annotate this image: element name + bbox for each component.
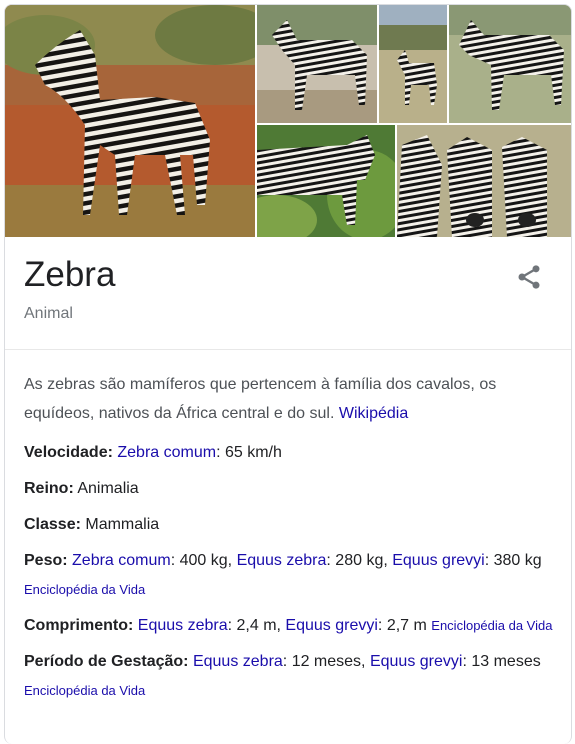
fact-classe: Classe: Mammalia: [24, 510, 559, 539]
entity-subtitle: Animal: [24, 305, 73, 322]
fact-label: Período de Gestação:: [24, 653, 189, 670]
divider: [5, 349, 571, 350]
zebra-thumbnail-2[interactable]: [379, 5, 447, 123]
description: As zebras são mamíferos que pertencem à …: [24, 370, 554, 428]
zebra-thumbnail-3[interactable]: [449, 5, 571, 123]
fact-link[interactable]: Equus zebra: [237, 552, 327, 569]
share-button[interactable]: [515, 263, 543, 291]
fact-value: : 400 kg,: [170, 552, 237, 569]
fact-comprimento: Comprimento: Equus zebra: 2,4 m, Equus g…: [24, 611, 559, 640]
description-text: As zebras são mamíferos que pertencem à …: [24, 376, 497, 422]
fact-peso: Peso: Zebra comum: 400 kg, Equus zebra: …: [24, 546, 559, 604]
facts-list: Velocidade: Zebra comum: 65 km/h Reino: …: [24, 438, 559, 712]
zebra-thumbnail-5[interactable]: [397, 125, 571, 237]
fact-label: Velocidade:: [24, 444, 113, 461]
fact-value: Mammalia: [80, 516, 160, 533]
entity-title: Zebra: [24, 255, 116, 294]
share-icon: [518, 265, 540, 289]
source-link[interactable]: Enciclopédia da Vida: [431, 618, 552, 633]
fact-value: : 12 meses,: [282, 653, 370, 670]
source-link[interactable]: Enciclopédia da Vida: [24, 683, 145, 698]
fact-link[interactable]: Equus grevyi: [392, 552, 485, 569]
fact-reino: Reino: Animalia: [24, 474, 559, 503]
fact-value: : 65 km/h: [216, 444, 282, 461]
fact-link[interactable]: Equus zebra: [138, 617, 228, 634]
image-gallery: [5, 5, 571, 239]
fact-label: Peso:: [24, 552, 68, 569]
zebra-main-image[interactable]: [5, 5, 255, 237]
source-link[interactable]: Enciclopédia da Vida: [24, 582, 145, 597]
fact-label: Reino:: [24, 480, 74, 497]
fact-value: : 2,4 m,: [227, 617, 286, 634]
zebra-thumbnail-1[interactable]: [257, 5, 377, 123]
wikipedia-link[interactable]: Wikipédia: [339, 405, 408, 422]
fact-label: Comprimento:: [24, 617, 134, 634]
fact-value: : 2,7 m: [377, 617, 432, 634]
fact-value: Animalia: [73, 480, 139, 497]
fact-velocidade: Velocidade: Zebra comum: 65 km/h: [24, 438, 559, 467]
fact-gestacao: Período de Gestação: Equus zebra: 12 mes…: [24, 647, 559, 705]
fact-label: Classe:: [24, 516, 81, 533]
fact-value: : 13 meses: [462, 653, 541, 670]
zebra-thumbnail-4[interactable]: [257, 125, 395, 237]
fact-value: : 280 kg,: [326, 552, 393, 569]
fact-link[interactable]: Equus grevyi: [370, 653, 463, 670]
fact-link[interactable]: Equus zebra: [193, 653, 283, 670]
fact-value: : 380 kg: [484, 552, 542, 569]
fact-link[interactable]: Equus grevyi: [285, 617, 378, 634]
fact-link[interactable]: Zebra comum: [72, 552, 171, 569]
knowledge-panel: Zebra Animal As zebras são mamíferos que…: [4, 4, 572, 744]
fact-link[interactable]: Zebra comum: [117, 444, 216, 461]
